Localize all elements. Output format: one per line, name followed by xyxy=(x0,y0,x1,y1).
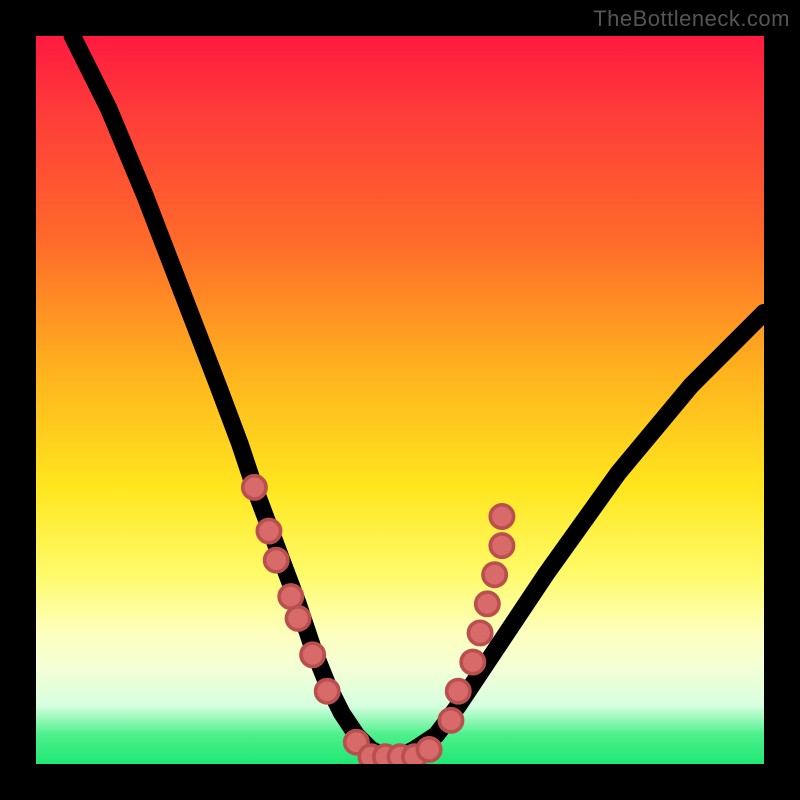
marker-dot xyxy=(461,650,484,673)
marker-dot xyxy=(468,621,491,644)
marker-dot xyxy=(257,519,280,542)
marker-dot xyxy=(483,563,506,586)
marker-dot xyxy=(439,709,462,732)
marker-dot xyxy=(476,592,499,615)
marker-dot xyxy=(279,585,302,608)
marker-dot xyxy=(417,738,440,761)
plot-area xyxy=(36,36,764,764)
marker-dot xyxy=(243,476,266,499)
marker-dot xyxy=(490,534,513,557)
chart-frame: TheBottleneck.com xyxy=(0,0,800,800)
marker-group xyxy=(243,476,514,764)
marker-dot xyxy=(301,643,324,666)
bottleneck-curve xyxy=(72,36,764,757)
marker-dot xyxy=(265,549,288,572)
marker-dot xyxy=(490,505,513,528)
plot-svg xyxy=(36,36,764,764)
marker-dot xyxy=(447,680,470,703)
watermark-text: TheBottleneck.com xyxy=(593,6,790,32)
marker-dot xyxy=(286,607,309,630)
marker-dot xyxy=(316,680,339,703)
